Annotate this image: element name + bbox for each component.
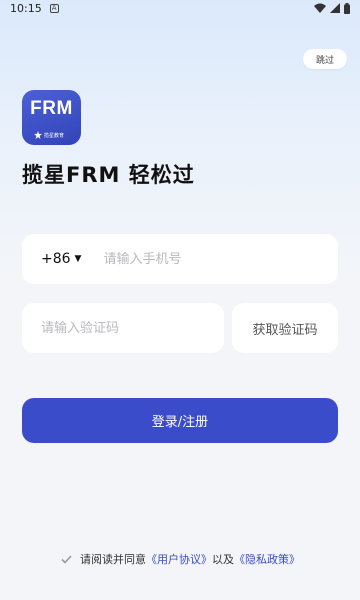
notification-icon: A [49,3,59,13]
phone-field: +86 ▼ [22,234,338,284]
agreement-row: 请阅读并同意 《用户协议》 以及 《隐私政策》 [0,551,360,567]
phone-input[interactable] [103,251,304,267]
agreement-connector: 以及 [212,553,234,566]
user-agreement-link[interactable]: 《用户协议》 [146,551,212,567]
verification-code-field [22,303,224,353]
status-right [314,2,350,14]
get-code-button[interactable]: 获取验证码 [232,303,338,353]
status-left: 10:15 A [10,2,59,15]
agreement-checkbox[interactable] [60,553,72,565]
check-icon [60,554,72,564]
verification-code-input[interactable] [41,320,211,336]
caret-down-icon: ▼ [74,254,82,264]
wifi-icon [314,3,326,13]
login-register-button[interactable]: 登录/注册 [22,398,338,443]
logo-subtitle: 揽星教育 [34,131,64,139]
page-title: 揽星FRM 轻松过 [22,163,195,187]
signal-icon [330,3,340,13]
country-code-label: +86 [41,251,71,267]
privacy-policy-link[interactable]: 《隐私政策》 [234,551,300,567]
status-time: 10:15 [10,1,42,15]
skip-button[interactable]: 跳过 [303,49,347,69]
logo-text: FRM [30,98,73,119]
country-code-selector[interactable]: +86 ▼ [41,251,81,267]
app-logo: FRM 揽星教育 [22,90,81,145]
star-icon [34,131,42,139]
agreement-prefix: 请阅读并同意 [80,553,146,566]
battery-icon [344,2,350,14]
status-bar: 10:15 A [0,0,360,16]
logo-subtext: 揽星教育 [44,132,65,139]
